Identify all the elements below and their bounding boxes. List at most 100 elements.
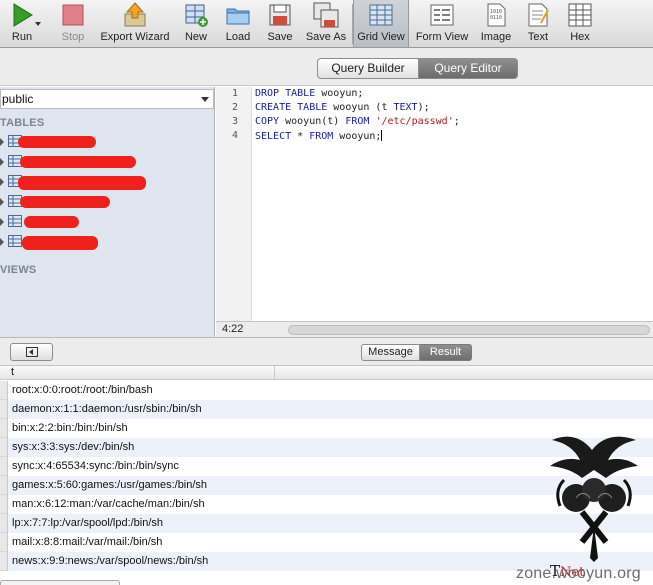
cell-t[interactable]: sync:x:4:65534:sync:/bin:/bin/sync xyxy=(12,460,179,472)
bottom-tab-stub xyxy=(0,580,120,585)
table-item[interactable] xyxy=(0,153,214,171)
chevron-down-icon xyxy=(201,97,209,102)
line-number: 3 xyxy=(231,116,238,127)
table-row[interactable]: daemon:x:1:1:daemon:/usr/sbin:/bin/sh xyxy=(0,400,653,419)
grid-view-button[interactable]: Grid View xyxy=(353,0,409,47)
new-button[interactable]: New xyxy=(179,0,213,47)
row-header[interactable] xyxy=(0,381,8,400)
save-label: Save xyxy=(267,31,293,43)
load-button[interactable]: Load xyxy=(221,0,255,47)
text-label: Text xyxy=(527,31,549,43)
grid-header: t xyxy=(0,366,653,380)
svg-text:0110: 0110 xyxy=(490,15,502,21)
query-editor-tab[interactable]: Query Editor xyxy=(419,58,518,79)
stop-label: Stop xyxy=(61,31,85,43)
table-item[interactable] xyxy=(0,213,214,231)
query-builder-tab[interactable]: Query Builder xyxy=(317,58,419,79)
disclosure-triangle-icon[interactable] xyxy=(0,238,4,246)
schema-select[interactable]: public xyxy=(0,89,214,109)
export-icon xyxy=(124,2,146,27)
row-header[interactable] xyxy=(0,476,8,495)
table-item[interactable] xyxy=(0,233,214,251)
new-row-icon xyxy=(185,4,208,27)
cell-t[interactable]: man:x:6:12:man:/var/cache/man:/bin/sh xyxy=(12,498,205,510)
schema-select-value: public xyxy=(2,92,34,106)
cell-t[interactable]: daemon:x:1:1:daemon:/usr/sbin:/bin/sh xyxy=(12,403,202,415)
disclosure-triangle-icon[interactable] xyxy=(0,178,4,186)
export-wizard-button[interactable]: Export Wizard xyxy=(97,0,173,47)
export-wizard-label: Export Wizard xyxy=(100,31,170,43)
table-item[interactable] xyxy=(0,193,214,211)
form-view-label: Form View xyxy=(415,31,469,43)
table-item[interactable] xyxy=(0,133,214,151)
row-header[interactable] xyxy=(0,514,8,533)
code-line: COPY wooyun(t) FROM '/etc/passwd'; xyxy=(255,116,460,127)
stop-icon xyxy=(62,4,84,26)
site-watermark: zone.wooyun.org xyxy=(516,565,641,582)
row-header[interactable] xyxy=(0,533,8,552)
code-line: DROP TABLE wooyun; xyxy=(255,88,364,99)
toggle-sidebar-button[interactable] xyxy=(10,343,53,361)
editor-status-bar: 4:22 xyxy=(216,321,653,337)
horizontal-scrollbar[interactable] xyxy=(288,325,650,335)
line-number: 1 xyxy=(231,88,238,99)
cell-t[interactable]: bin:x:2:2:bin:/bin:/bin/sh xyxy=(12,422,128,434)
redaction-mark xyxy=(18,176,146,190)
tables-heading: TABLES xyxy=(0,117,45,129)
disclosure-triangle-icon[interactable] xyxy=(0,218,4,226)
collapse-panel-icon xyxy=(26,347,38,357)
form-view-icon xyxy=(430,4,454,26)
text-icon xyxy=(528,3,549,27)
grid-view-label: Grid View xyxy=(357,31,405,43)
run-dropdown-arrow-icon[interactable] xyxy=(35,22,41,26)
disclosure-triangle-icon[interactable] xyxy=(0,158,4,166)
hex-icon xyxy=(568,3,592,27)
cell-t[interactable]: mail:x:8:8:mail:/var/mail:/bin/sh xyxy=(12,536,162,548)
disclosure-triangle-icon[interactable] xyxy=(0,198,4,206)
run-play-icon xyxy=(13,3,33,27)
message-tab[interactable]: Message xyxy=(361,344,420,361)
table-icon xyxy=(8,235,22,247)
load-label: Load xyxy=(225,31,251,43)
stop-button[interactable]: Stop xyxy=(52,0,94,47)
query-mode-bar: Query Builder Query Editor xyxy=(0,48,653,86)
disclosure-triangle-icon[interactable] xyxy=(0,138,4,146)
cell-t[interactable]: sys:x:3:3:sys:/dev:/bin/sh xyxy=(12,441,134,453)
redaction-mark xyxy=(18,136,96,148)
cell-t[interactable]: root:x:0:0:root:/root:/bin/bash xyxy=(12,384,153,396)
hex-button[interactable]: Hex xyxy=(563,0,597,47)
sql-editor[interactable]: 1 2 3 4 DROP TABLE wooyun; CREATE TABLE … xyxy=(216,87,653,321)
table-item[interactable] xyxy=(0,173,214,191)
row-header[interactable] xyxy=(0,457,8,476)
redaction-mark xyxy=(20,156,136,168)
cell-t[interactable]: games:x:5:60:games:/usr/games:/bin/sh xyxy=(12,479,207,491)
code-line: SELECT * FROM wooyun; xyxy=(255,130,383,142)
table-row[interactable]: root:x:0:0:root:/root:/bin/bash xyxy=(0,381,653,400)
image-button[interactable]: 1010 0110 Image xyxy=(477,0,515,47)
new-label: New xyxy=(184,31,207,43)
image-label: Image xyxy=(480,31,512,43)
column-header-t[interactable]: t xyxy=(10,366,275,380)
line-number: 4 xyxy=(231,130,238,141)
row-header[interactable] xyxy=(0,495,8,514)
cell-t[interactable]: news:x:9:9:news:/var/spool/news:/bin/sh xyxy=(12,555,208,567)
result-tab[interactable]: Result xyxy=(420,344,472,361)
row-header[interactable] xyxy=(0,438,8,457)
form-view-button[interactable]: Form View xyxy=(413,0,471,47)
save-button[interactable]: Save xyxy=(263,0,297,47)
cell-t[interactable]: lp:x:7:7:lp:/var/spool/lpd:/bin/sh xyxy=(12,517,163,529)
row-header[interactable] xyxy=(0,400,8,419)
save-as-button[interactable]: Save As xyxy=(303,0,349,47)
row-header[interactable] xyxy=(0,419,8,438)
image-icon: 10100110 xyxy=(487,3,506,27)
row-header[interactable] xyxy=(0,552,8,571)
text-caret xyxy=(381,130,383,141)
folder-icon xyxy=(226,8,250,25)
text-button[interactable]: Text xyxy=(521,0,555,47)
redaction-mark xyxy=(20,196,110,208)
line-number: 2 xyxy=(231,102,238,113)
save-icon xyxy=(269,4,291,26)
cursor-position: 4:22 xyxy=(222,323,244,335)
main-toolbar: Run Stop Export Wizard New Load Save Sav… xyxy=(0,0,653,48)
grid-view-icon xyxy=(369,4,393,26)
